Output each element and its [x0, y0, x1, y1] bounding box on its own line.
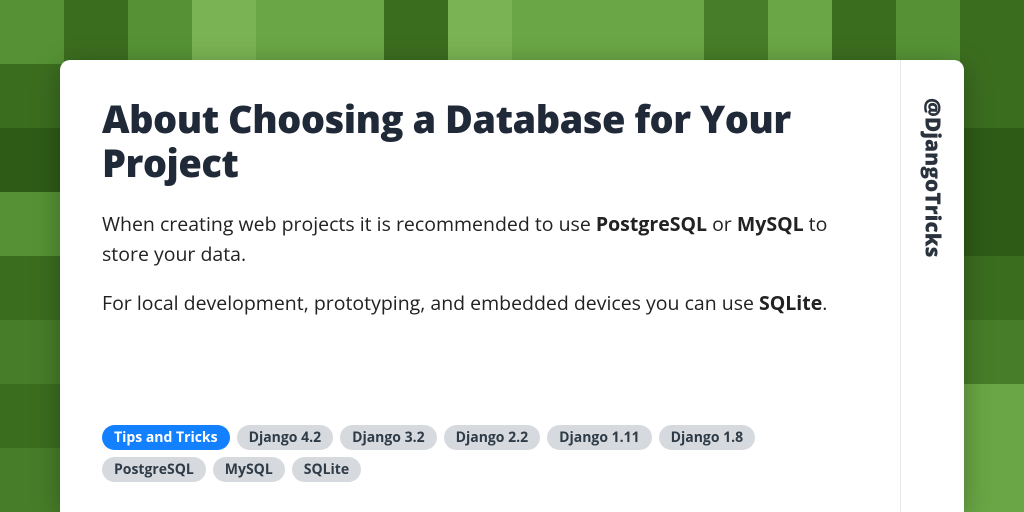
tag-postgresql[interactable]: PostgreSQL [102, 457, 206, 482]
bold-sqlite: SQLite [759, 289, 822, 316]
tag-django-1-8[interactable]: Django 1.8 [659, 425, 756, 450]
text: When creating web projects it is recomme… [102, 210, 596, 237]
author-handle: @DjangoTricks [919, 98, 947, 257]
article-card: About Choosing a Database for Your Proje… [60, 60, 964, 512]
tag-django-3-2[interactable]: Django 3.2 [340, 425, 437, 450]
tag-django-1-11[interactable]: Django 1.11 [547, 425, 652, 450]
text: or [707, 210, 737, 237]
tag-django-2-2[interactable]: Django 2.2 [444, 425, 541, 450]
article-main: About Choosing a Database for Your Proje… [60, 60, 900, 512]
article-title: About Choosing a Database for Your Proje… [102, 98, 858, 185]
bold-mysql: MySQL [737, 210, 804, 237]
text: . [822, 289, 827, 316]
tag-tips-and-tricks[interactable]: Tips and Tricks [102, 425, 230, 450]
tag-list: Tips and Tricks Django 4.2Django 3.2 Djang… [102, 425, 858, 482]
tag-sqlite[interactable]: SQLite [292, 457, 361, 482]
text: For local development, prototyping, and … [102, 289, 759, 316]
article-paragraph-1: When creating web projects it is recomme… [102, 209, 858, 268]
spacer [102, 337, 858, 415]
tag-mysql[interactable]: MySQL [213, 457, 285, 482]
bold-postgresql: PostgreSQL [596, 210, 707, 237]
tag-django-4-2[interactable]: Django 4.2 [237, 425, 334, 450]
article-aside: @DjangoTricks [900, 60, 964, 512]
article-paragraph-2: For local development, prototyping, and … [102, 288, 858, 317]
